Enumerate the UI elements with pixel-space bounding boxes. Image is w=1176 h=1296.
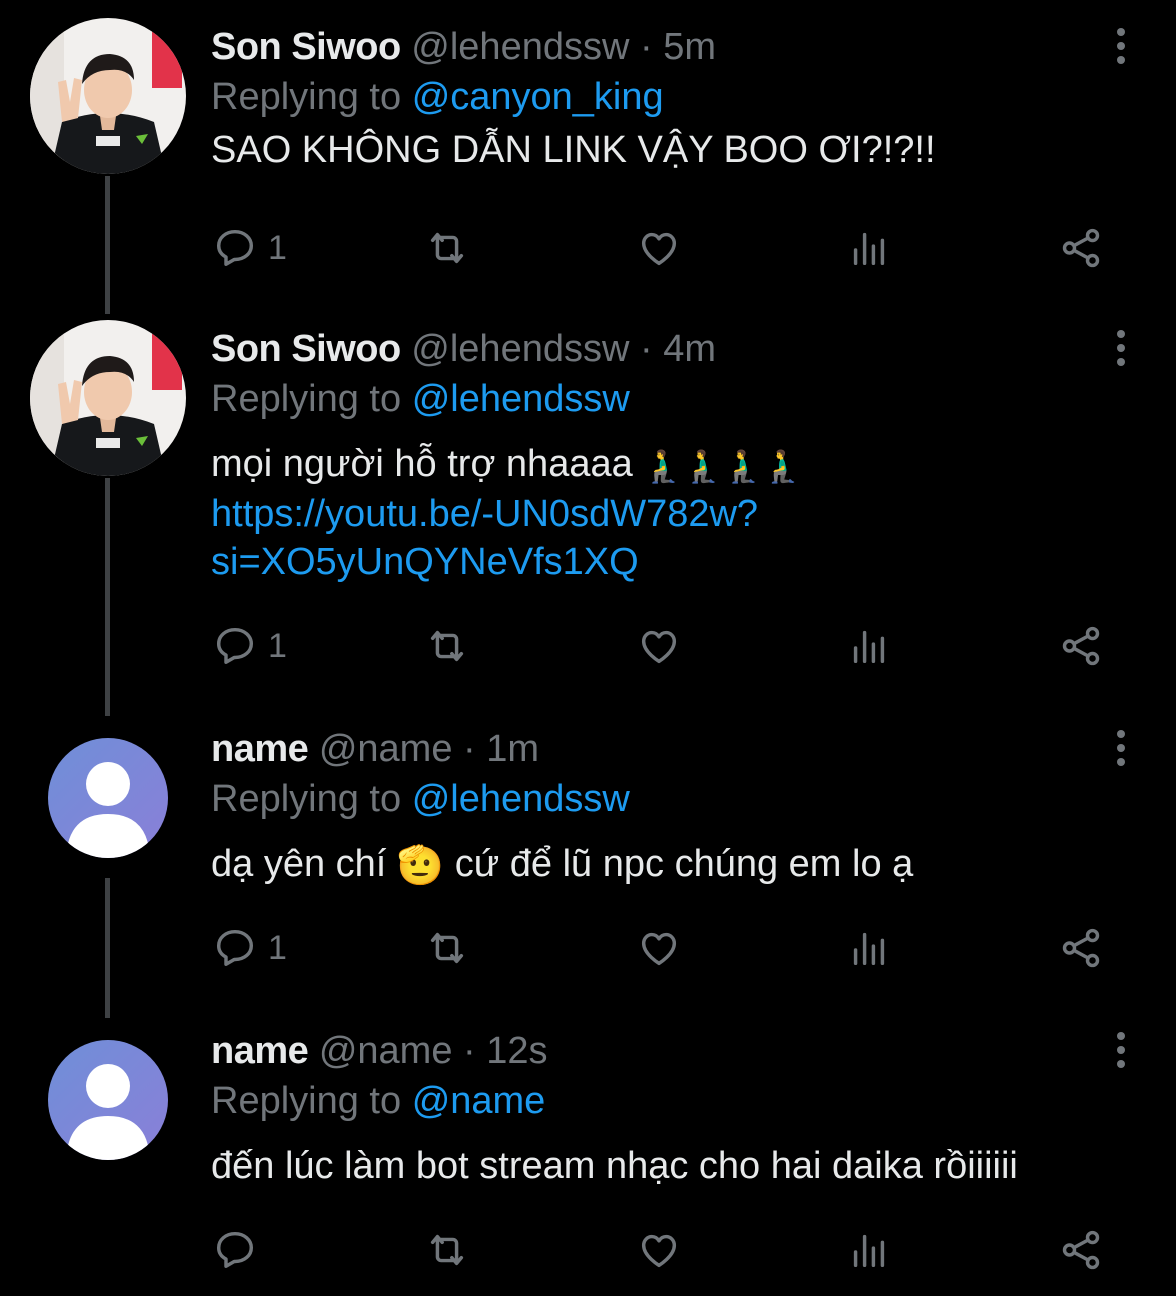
like-button[interactable] bbox=[636, 218, 682, 278]
more-icon[interactable] bbox=[1114, 330, 1128, 370]
separator-dot: · bbox=[639, 26, 653, 68]
link-line-1[interactable]: https://youtu.be/-UN0sdW782w? bbox=[211, 493, 758, 535]
views-icon bbox=[853, 232, 885, 266]
timestamp[interactable]: 12s bbox=[486, 1030, 547, 1072]
reply-button[interactable] bbox=[212, 1220, 268, 1280]
action-bar: 1 bbox=[0, 616, 1176, 676]
views-button[interactable] bbox=[846, 218, 892, 278]
views-button[interactable] bbox=[846, 1220, 892, 1280]
like-icon bbox=[641, 232, 677, 266]
kneeling-emoji: 🧎‍♂️🧎‍♂️🧎‍♂️🧎‍♂️ bbox=[643, 447, 803, 484]
action-bar: 1 bbox=[0, 218, 1176, 278]
tweet[interactable]: name @name · 1m Replying to @lehendssw d… bbox=[0, 720, 1176, 1010]
separator-dot: · bbox=[639, 328, 653, 370]
avatar[interactable] bbox=[30, 320, 186, 476]
saluting-face-emoji: 🫡 bbox=[396, 844, 445, 887]
like-icon bbox=[641, 630, 677, 664]
reply-count: 1 bbox=[268, 228, 287, 267]
mention-link[interactable]: @canyon_king bbox=[412, 76, 664, 118]
timestamp[interactable]: 5m bbox=[663, 26, 716, 68]
username[interactable]: @lehendssw bbox=[411, 328, 629, 370]
replying-to: Replying to @name bbox=[211, 1072, 545, 1130]
display-name[interactable]: Son Siwoo bbox=[211, 328, 401, 370]
youtube-link[interactable]: https://youtu.be/-UN0sdW782w? si=XO5yUnQ… bbox=[211, 490, 803, 586]
views-icon bbox=[853, 932, 885, 966]
reply-count: 1 bbox=[268, 928, 287, 967]
tweet-text: SAO KHÔNG DẪN LINK VẬY BOO ƠI?!?!! bbox=[211, 129, 936, 171]
display-name[interactable]: Son Siwoo bbox=[211, 26, 401, 68]
retweet-icon bbox=[430, 232, 464, 264]
reply-count: 1 bbox=[268, 626, 287, 665]
timestamp[interactable]: 4m bbox=[663, 328, 716, 370]
tweet[interactable]: name @name · 12s Replying to @name đến l… bbox=[0, 1022, 1176, 1296]
reply-icon bbox=[216, 1231, 254, 1269]
tweet-text: đến lúc làm bot stream nhạc cho hai daik… bbox=[211, 1145, 1018, 1187]
replying-label: Replying to bbox=[211, 378, 402, 420]
share-icon bbox=[1062, 228, 1100, 268]
retweet-button[interactable] bbox=[424, 918, 470, 978]
views-icon bbox=[853, 630, 885, 664]
tweet[interactable]: Son Siwoo @lehendssw · 5m Replying to @c… bbox=[0, 18, 1176, 308]
replying-to: Replying to @canyon_king bbox=[211, 68, 664, 126]
display-name[interactable]: name bbox=[211, 1030, 309, 1072]
link-line-2[interactable]: si=XO5yUnQYNeVfs1XQ bbox=[211, 541, 639, 583]
share-button[interactable] bbox=[1058, 616, 1104, 676]
replying-to: Replying to @lehendssw bbox=[211, 370, 630, 428]
retweet-button[interactable] bbox=[424, 616, 470, 676]
reply-button[interactable]: 1 bbox=[212, 918, 287, 978]
like-button[interactable] bbox=[636, 1220, 682, 1280]
username[interactable]: @lehendssw bbox=[411, 26, 629, 68]
share-icon bbox=[1062, 928, 1100, 968]
avatar[interactable] bbox=[48, 738, 168, 858]
username[interactable]: @name bbox=[319, 728, 453, 770]
like-icon bbox=[641, 1234, 677, 1268]
like-icon bbox=[641, 932, 677, 966]
views-icon bbox=[853, 1234, 885, 1268]
separator-dot: · bbox=[463, 728, 476, 770]
reply-button[interactable]: 1 bbox=[212, 218, 287, 278]
replying-label: Replying to bbox=[211, 1080, 402, 1122]
action-bar bbox=[0, 1220, 1176, 1280]
tweet-text-after: cứ để lũ npc chúng em lo ạ bbox=[454, 843, 914, 885]
mention-link[interactable]: @lehendssw bbox=[412, 778, 630, 820]
retweet-icon bbox=[430, 630, 464, 662]
avatar[interactable] bbox=[30, 18, 186, 174]
reply-button[interactable]: 1 bbox=[212, 616, 287, 676]
more-icon[interactable] bbox=[1114, 1032, 1128, 1072]
action-bar: 1 bbox=[0, 918, 1176, 978]
share-icon bbox=[1062, 626, 1100, 666]
views-button[interactable] bbox=[846, 616, 892, 676]
replying-label: Replying to bbox=[211, 778, 402, 820]
share-button[interactable] bbox=[1058, 918, 1104, 978]
mention-link[interactable]: @lehendssw bbox=[412, 378, 630, 420]
share-button[interactable] bbox=[1058, 218, 1104, 278]
tweet-text-before: dạ yên chí bbox=[211, 843, 387, 885]
mention-link[interactable]: @name bbox=[412, 1080, 546, 1122]
tweet-text: mọi người hỗ trợ nhaaaa 🧎‍♂️🧎‍♂️🧎‍♂️🧎‍♂️… bbox=[211, 440, 803, 586]
timestamp[interactable]: 1m bbox=[486, 728, 539, 770]
tweet-text: dạ yên chí 🫡 cứ để lũ npc chúng em lo ạ bbox=[211, 840, 913, 890]
replying-label: Replying to bbox=[211, 76, 402, 118]
retweet-icon bbox=[430, 1234, 464, 1266]
more-icon[interactable] bbox=[1114, 730, 1128, 770]
more-icon[interactable] bbox=[1114, 28, 1128, 68]
tweet-text-body: mọi người hỗ trợ nhaaaa bbox=[211, 443, 633, 485]
replying-to: Replying to @lehendssw bbox=[211, 770, 630, 828]
separator-dot: · bbox=[463, 1030, 476, 1072]
retweet-button[interactable] bbox=[424, 218, 470, 278]
like-button[interactable] bbox=[636, 616, 682, 676]
avatar[interactable] bbox=[48, 1040, 168, 1160]
retweet-icon bbox=[430, 932, 464, 964]
username[interactable]: @name bbox=[319, 1030, 453, 1072]
reply-icon bbox=[216, 929, 254, 967]
retweet-button[interactable] bbox=[424, 1220, 470, 1280]
share-icon bbox=[1062, 1230, 1100, 1270]
views-button[interactable] bbox=[846, 918, 892, 978]
reply-icon bbox=[216, 229, 254, 267]
share-button[interactable] bbox=[1058, 1220, 1104, 1280]
like-button[interactable] bbox=[636, 918, 682, 978]
reply-icon bbox=[216, 627, 254, 665]
tweet[interactable]: Son Siwoo @lehendssw · 4m Replying to @l… bbox=[0, 320, 1176, 700]
display-name[interactable]: name bbox=[211, 728, 309, 770]
